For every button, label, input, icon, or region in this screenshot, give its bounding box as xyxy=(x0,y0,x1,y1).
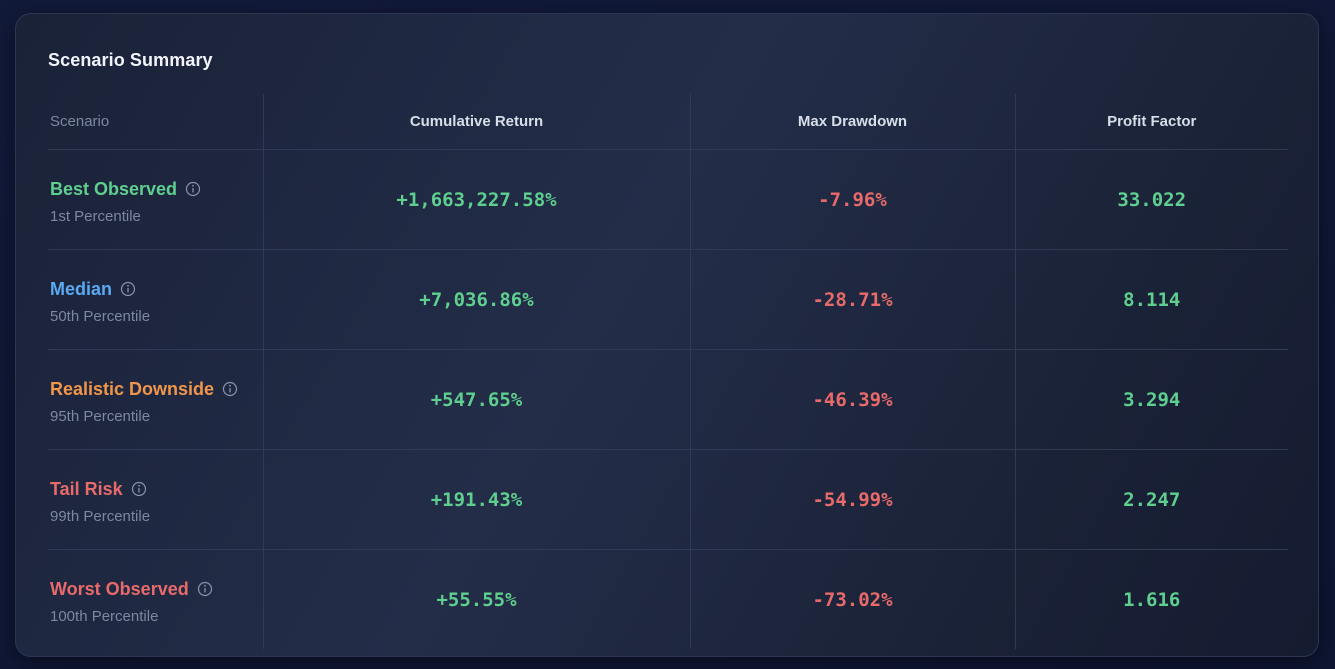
scenario-name-median: Median xyxy=(50,278,113,299)
profit-factor-value: 3.294 xyxy=(1014,349,1288,450)
scenario-percentile: 100th Percentile xyxy=(50,607,159,625)
scenario-name-realistic-downside: Realistic Downside xyxy=(50,378,215,399)
scenario-name-best-observed: Best Observed xyxy=(50,178,178,199)
scenario-cell: Best Observed 1st Percentile xyxy=(48,149,263,250)
table-row: Worst Observed 100th Percentile +55.55% -73… xyxy=(48,549,1288,650)
page: Scenario Summary Scenario Cumulative Ret… xyxy=(0,0,1335,669)
table-row: Best Observed 1st Percentile +1,663,227.58… xyxy=(48,149,1288,250)
max-drawdown-value: -7.96% xyxy=(689,149,1015,250)
column-header-profit-factor: Profit Factor xyxy=(1014,94,1288,150)
cumulative-return-value: +191.43% xyxy=(262,449,690,550)
scenario-cell: Median 50th Percentile xyxy=(48,249,263,350)
profit-factor-value: 1.616 xyxy=(1014,549,1288,649)
scenario-cell: Realistic Downside 95th Percentile xyxy=(48,349,263,450)
scenario-percentile: 95th Percentile xyxy=(50,407,151,425)
max-drawdown-value: -46.39% xyxy=(689,349,1015,450)
scenario-summary-card: Scenario Summary Scenario Cumulative Ret… xyxy=(15,13,1319,657)
scenario-name-tail-risk: Tail Risk xyxy=(50,478,123,499)
max-drawdown-value: -73.02% xyxy=(689,549,1015,649)
column-header-scenario: Scenario xyxy=(48,94,263,150)
cumulative-return-value: +55.55% xyxy=(262,549,690,649)
info-icon[interactable] xyxy=(131,481,147,497)
header-row: Scenario Cumulative Return Max Drawdown … xyxy=(48,94,1288,150)
scenario-percentile: 99th Percentile xyxy=(50,507,151,525)
cumulative-return-value: +547.65% xyxy=(262,349,690,450)
column-header-cumulative-return: Cumulative Return xyxy=(262,94,690,150)
scenario-name-worst-observed: Worst Observed xyxy=(50,578,189,599)
cumulative-return-value: +7,036.86% xyxy=(262,249,690,350)
scenario-table: Scenario Cumulative Return Max Drawdown … xyxy=(48,94,1288,649)
cumulative-return-value: +1,663,227.58% xyxy=(262,149,690,250)
info-icon[interactable] xyxy=(197,581,213,597)
info-icon[interactable] xyxy=(222,381,238,397)
table-row: Realistic Downside 95th Percentile +547.65… xyxy=(48,349,1288,450)
scenario-percentile: 1st Percentile xyxy=(50,207,141,225)
table-row: Tail Risk 99th Percentile +191.43% -54.99% 2… xyxy=(48,449,1288,550)
scenario-cell: Tail Risk 99th Percentile xyxy=(48,449,263,550)
scenario-cell: Worst Observed 100th Percentile xyxy=(48,550,263,650)
max-drawdown-value: -54.99% xyxy=(689,449,1015,550)
info-icon[interactable] xyxy=(185,181,201,197)
profit-factor-value: 8.114 xyxy=(1014,249,1288,350)
column-header-max-drawdown: Max Drawdown xyxy=(689,94,1015,150)
info-icon[interactable] xyxy=(120,281,136,297)
profit-factor-value: 33.022 xyxy=(1014,149,1288,250)
scenario-percentile: 50th Percentile xyxy=(50,307,151,325)
max-drawdown-value: -28.71% xyxy=(689,249,1015,350)
card-title: Scenario Summary xyxy=(48,50,213,70)
table-row: Median 50th Percentile +7,036.86% -28.71% 8.… xyxy=(48,249,1288,350)
profit-factor-value: 2.247 xyxy=(1014,449,1288,550)
